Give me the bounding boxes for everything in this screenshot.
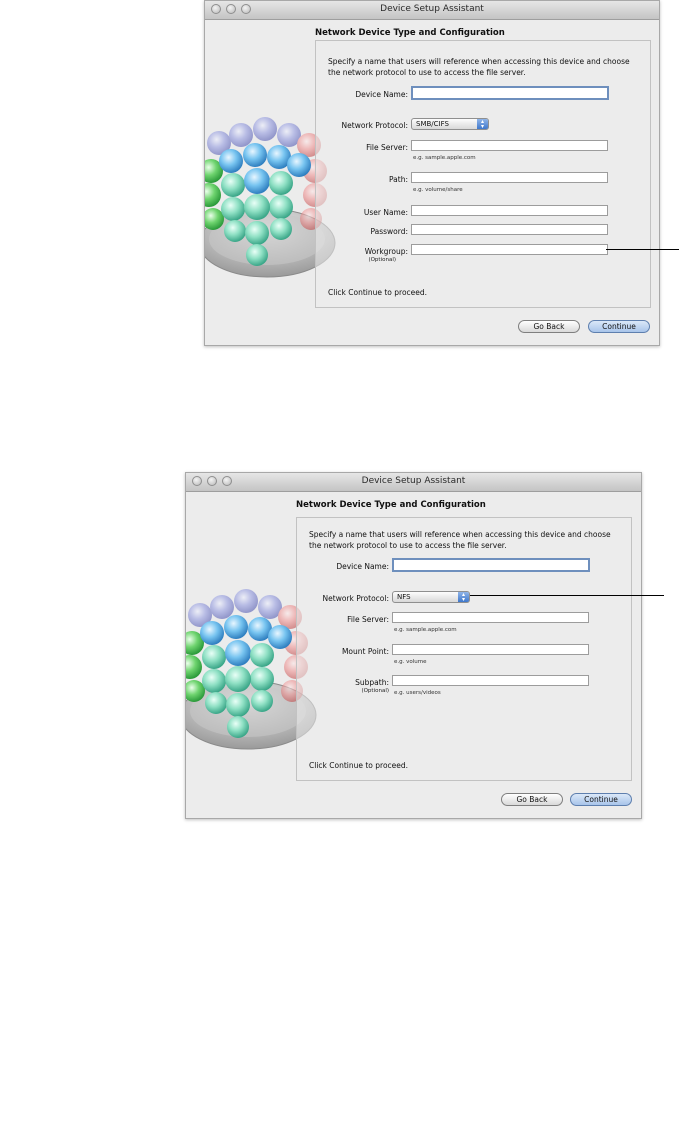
window-title: Device Setup Assistant [380, 4, 484, 14]
mount-point-label: Mount Point: [341, 647, 389, 656]
go-back-button[interactable]: Go Back [518, 320, 580, 333]
file-server-input[interactable] [392, 612, 589, 623]
device-name-input[interactable] [411, 86, 609, 100]
title-bar[interactable]: Device Setup Assistant [205, 1, 659, 20]
network-protocol-label: Network Protocol: [341, 121, 408, 130]
path-input[interactable] [411, 172, 608, 183]
network-protocol-select[interactable]: SMB/CIFS ▴ ▾ [411, 118, 489, 130]
file-server-hint: e.g. sample.apple.com [394, 627, 457, 633]
continue-button[interactable]: Continue [588, 320, 650, 333]
path-hint: e.g. volume/share [413, 187, 463, 193]
window-title: Device Setup Assistant [361, 476, 466, 486]
config-panel: Specify a name that users will reference… [315, 40, 651, 308]
file-server-label: File Server: [347, 615, 389, 624]
path-label: Path: [388, 175, 408, 184]
description-text: Specify a name that users will reference… [309, 530, 611, 550]
config-panel: Specify a name that users will reference… [296, 517, 632, 781]
device-name-input[interactable] [392, 558, 590, 572]
section-heading: Network Device Type and Configuration [315, 28, 505, 38]
file-server-hint: e.g. sample.apple.com [413, 155, 476, 161]
continue-button[interactable]: Continue [570, 793, 632, 806]
subpath-label: Subpath: [355, 678, 389, 687]
network-protocol-value: NFS [397, 593, 411, 601]
mount-point-input[interactable] [392, 644, 589, 655]
title-bar[interactable]: Device Setup Assistant [186, 473, 641, 492]
subpath-input[interactable] [392, 675, 589, 686]
description-text: Specify a name that users will reference… [328, 57, 630, 77]
proceed-text: Click Continue to proceed. [309, 761, 409, 770]
workgroup-label: Workgroup: [364, 247, 408, 256]
device-setup-window-smb: Device Setup Assistant Network Device Ty… [204, 0, 660, 346]
workgroup-input[interactable] [411, 244, 608, 255]
updown-arrows-icon: ▴ ▾ [458, 592, 469, 603]
workgroup-callout-line [606, 249, 679, 250]
device-setup-window-nfs: Device Setup Assistant Network Device Ty… [185, 472, 642, 819]
device-name-label: Device Name: [336, 562, 389, 571]
file-server-input[interactable] [411, 140, 608, 151]
workgroup-optional-label: (Optional) [368, 257, 396, 263]
protocol-callout-line [470, 595, 664, 596]
subpath-optional-label: (Optional) [361, 688, 389, 694]
network-protocol-label: Network Protocol: [322, 594, 389, 603]
user-name-input[interactable] [411, 205, 608, 216]
updown-arrows-icon: ▴ ▾ [477, 119, 488, 130]
proceed-text: Click Continue to proceed. [328, 288, 428, 297]
network-protocol-value: SMB/CIFS [416, 120, 449, 128]
subpath-hint: e.g. users/videos [394, 690, 441, 696]
section-heading: Network Device Type and Configuration [296, 500, 486, 510]
user-name-label: User Name: [363, 208, 408, 217]
network-protocol-select[interactable]: NFS ▴ ▾ [392, 591, 470, 603]
mount-point-hint: e.g. volume [394, 659, 427, 665]
file-server-label: File Server: [366, 143, 408, 152]
go-back-button[interactable]: Go Back [501, 793, 563, 806]
password-label: Password: [370, 227, 408, 236]
password-input[interactable] [411, 224, 608, 235]
device-name-label: Device Name: [355, 90, 408, 99]
